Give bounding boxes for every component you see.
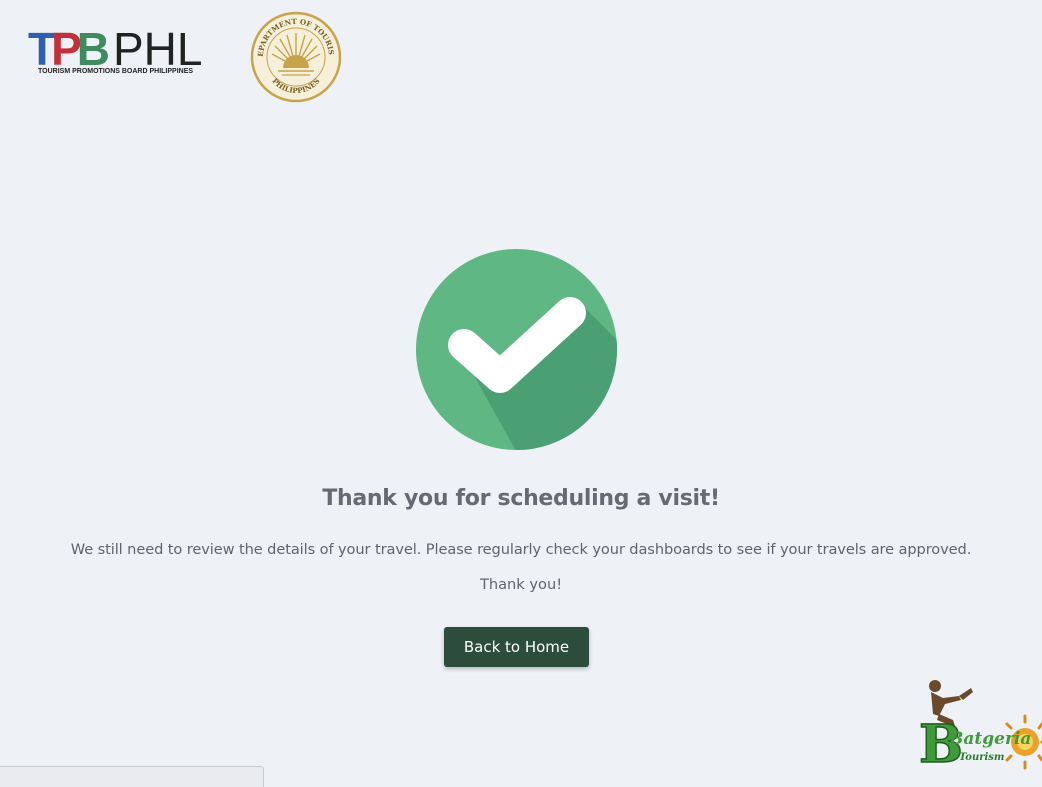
logo-text-tourism: Tourism: [959, 752, 1005, 763]
tpb-logo-subtitle: TOURISM PROMOTIONS BOARD PHILIPPINES: [38, 68, 194, 75]
review-message: We still need to review the details of y…: [70, 541, 972, 558]
tpb-logo-phl: PHL: [113, 23, 203, 75]
logo-text-batgeria: Batgeria: [948, 729, 1031, 749]
check-circle-icon: [416, 249, 617, 450]
tpb-logo-mark: TPB: [28, 26, 110, 72]
bottom-panel-edge: [0, 766, 264, 787]
thank-you-text: Thank you!: [479, 576, 563, 593]
department-of-tourism-seal: DEPARTMENT OF TOURISM PHILIPPINES: [250, 11, 342, 103]
batgeria-tourism-logo: B Batgeria Tourism: [918, 680, 1042, 776]
page-title: Thank you for scheduling a visit!: [322, 486, 720, 511]
tpb-phl-logo: TPB PHL TOURISM PROMOTIONS BOARD PHILIPP…: [28, 26, 212, 82]
back-to-home-button[interactable]: Back to Home: [444, 627, 589, 667]
